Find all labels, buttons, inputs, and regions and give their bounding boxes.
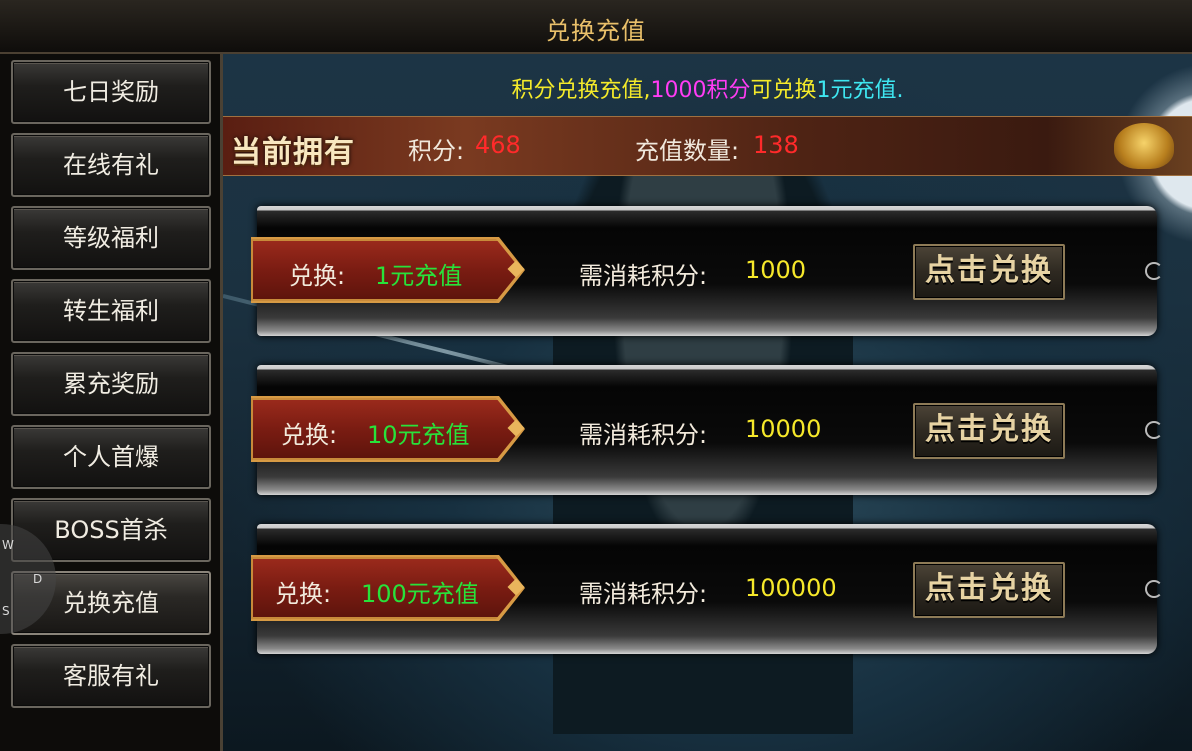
exchange-tag-label: 兑换: <box>289 262 346 290</box>
window-title: 兑换充值 <box>546 17 646 45</box>
hook-icon <box>1145 580 1163 598</box>
sidebar-item-rebirth-welfare[interactable]: 转生福利 <box>11 279 211 343</box>
sidebar-item-level-welfare[interactable]: 等级福利 <box>11 206 211 270</box>
exchange-amount: 100元充值 <box>361 580 479 608</box>
recharge-count-value: 138 <box>753 131 799 159</box>
exchange-row: 兑换: 10元充值 需消耗积分: 10000 点击兑换 <box>251 365 1163 495</box>
exchange-button[interactable]: 点击兑换 <box>913 403 1065 459</box>
recharge-count-label: 充值数量: <box>635 137 740 165</box>
points-label: 积分: <box>408 137 465 165</box>
exchange-amount: 1元充值 <box>375 262 463 290</box>
treasure-icon <box>1114 123 1174 169</box>
overlay-letter-d: D <box>33 572 43 586</box>
exchange-rule-text: 积分兑换充值,1000积分可兑换1元充值. <box>511 78 904 103</box>
main-panel: 积分兑换充值,1000积分可兑换1元充值. 当前拥有 积分: 468 充值数量:… <box>223 54 1192 751</box>
sidebar: 七日奖励 在线有礼 等级福利 转生福利 累充奖励 个人首爆 BOSS首杀 兑换充… <box>0 54 223 751</box>
cost-label: 需消耗积分: <box>579 580 708 608</box>
exchange-row: 兑换: 100元充值 需消耗积分: 100000 点击兑换 <box>251 524 1163 654</box>
exchange-button[interactable]: 点击兑换 <box>913 244 1065 300</box>
hook-icon <box>1145 421 1163 439</box>
current-holdings-banner: 当前拥有 积分: 468 充值数量: 138 <box>223 116 1192 176</box>
exchange-tag-label: 兑换: <box>281 421 338 449</box>
points-value: 468 <box>475 131 521 159</box>
sidebar-item-cumulative-recharge[interactable]: 累充奖励 <box>11 352 211 416</box>
overlay-letter-s: S <box>2 604 10 618</box>
overlay-letter-w: W <box>2 538 14 552</box>
current-holdings-label: 当前拥有 <box>231 135 355 170</box>
hook-icon <box>1145 262 1163 280</box>
cost-value: 10000 <box>745 415 822 443</box>
sidebar-item-online-gift[interactable]: 在线有礼 <box>11 133 211 197</box>
sidebar-item-service-gift[interactable]: 客服有礼 <box>11 644 211 708</box>
exchange-amount: 10元充值 <box>367 421 470 449</box>
cost-value: 100000 <box>745 574 837 602</box>
exchange-button[interactable]: 点击兑换 <box>913 562 1065 618</box>
cost-label: 需消耗积分: <box>579 262 708 290</box>
exchange-tag-label: 兑换: <box>275 580 332 608</box>
sidebar-item-personal-first-drop[interactable]: 个人首爆 <box>11 425 211 489</box>
cost-label: 需消耗积分: <box>579 421 708 449</box>
sidebar-item-seven-day-reward[interactable]: 七日奖励 <box>11 60 211 124</box>
exchange-row: 兑换: 1元充值 需消耗积分: 1000 点击兑换 <box>251 206 1163 336</box>
title-bar: 兑换充值 <box>0 0 1192 54</box>
cost-value: 1000 <box>745 256 807 284</box>
exchange-window: 兑换充值 七日奖励 在线有礼 等级福利 转生福利 累充奖励 个人首爆 BOSS首… <box>0 0 1192 751</box>
